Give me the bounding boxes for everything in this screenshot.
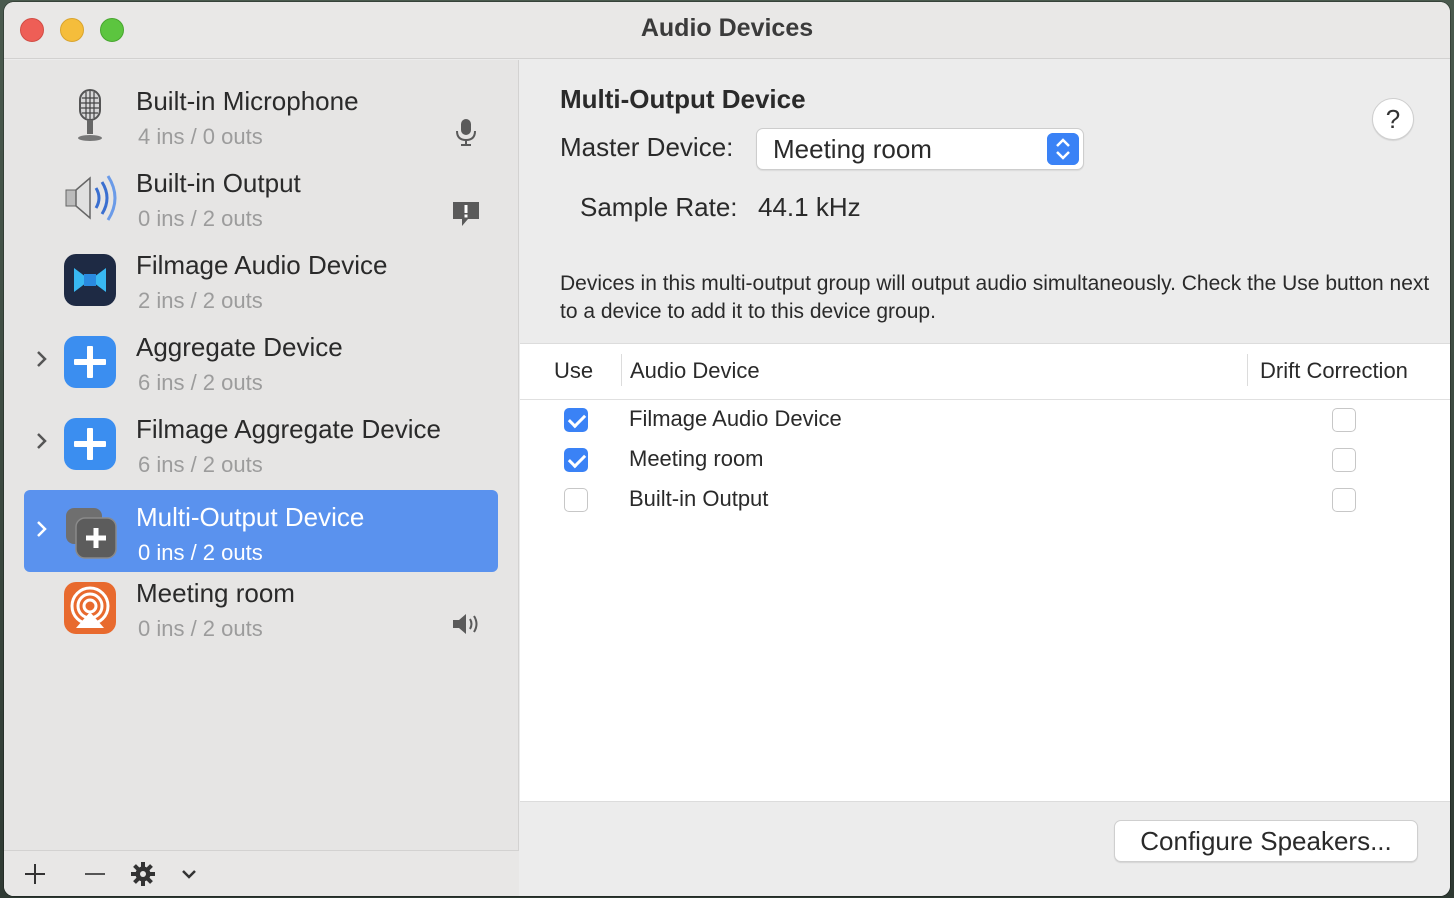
column-header-audio-device[interactable]: Audio Device (630, 358, 760, 384)
add-device-button[interactable] (20, 859, 50, 889)
device-io: 0 ins / 2 outs (138, 206, 263, 231)
use-checkbox[interactable] (564, 488, 588, 512)
device-group-table: Use Audio Device Drift Correction Filmag… (520, 343, 1450, 802)
drift-correction-checkbox[interactable] (1332, 408, 1356, 432)
disclosure-chevron-icon[interactable] (32, 428, 52, 454)
device-row-built-in-microphone[interactable]: Built-in Microphone 4 ins / 0 outs (24, 74, 498, 156)
disclosure-chevron-icon[interactable] (32, 516, 52, 542)
table-row: Filmage Audio Device (520, 400, 1450, 440)
airplay-icon (64, 582, 116, 634)
column-header-use[interactable]: Use (554, 358, 593, 384)
chevron-down-icon[interactable] (174, 859, 204, 889)
drift-correction-checkbox[interactable] (1332, 488, 1356, 512)
window-title: Audio Devices (640, 14, 814, 42)
disclosure-chevron-icon[interactable] (32, 346, 52, 372)
aggregate-icon (64, 418, 116, 470)
column-separator (621, 354, 622, 386)
device-name: Filmage Audio Device (136, 250, 388, 280)
device-io: 0 ins / 2 outs (138, 616, 263, 641)
speaker-icon (65, 175, 117, 221)
device-row-meeting-room[interactable]: Meeting room 0 ins / 2 outs (24, 566, 498, 648)
configure-speakers-button[interactable]: Configure Speakers... (1114, 820, 1418, 862)
device-io: 6 ins / 2 outs (138, 452, 263, 477)
device-name: Meeting room (136, 578, 295, 608)
help-button[interactable]: ? (1372, 98, 1414, 140)
mic-input-icon (456, 119, 476, 146)
volume-icon (453, 614, 478, 634)
device-io: 4 ins / 0 outs (138, 124, 263, 149)
alert-bubble-icon (453, 202, 479, 226)
device-name: Built-in Microphone (136, 86, 359, 116)
description-text: Devices in this multi-output group will … (560, 272, 1430, 323)
column-header-drift-correction[interactable]: Drift Correction (1260, 358, 1408, 384)
device-row-aggregate-device[interactable]: Aggregate Device 6 ins / 2 outs (24, 320, 498, 402)
title-bar: Audio Devices (4, 2, 1450, 59)
microphone-icon (78, 89, 102, 141)
device-name: Filmage Aggregate Device (136, 414, 441, 444)
device-io: 2 ins / 2 outs (138, 288, 263, 313)
audio-device-cell: Built-in Output (629, 486, 769, 511)
device-row-filmage-aggregate-device[interactable]: Filmage Aggregate Device 6 ins / 2 outs (24, 402, 498, 484)
device-row-filmage-audio-device[interactable]: Filmage Audio Device 2 ins / 2 outs (24, 238, 498, 320)
device-io: 0 ins / 2 outs (138, 540, 263, 565)
sidebar-toolbar (4, 850, 519, 896)
device-detail-panel: Multi-Output Device ? Master Device: Mee… (520, 60, 1450, 896)
column-separator (1247, 354, 1248, 386)
master-device-label: Master Device: (560, 132, 734, 162)
aggregate-icon (64, 336, 116, 388)
device-io: 6 ins / 2 outs (138, 370, 263, 395)
device-name: Aggregate Device (136, 332, 343, 362)
multi-output-icon (66, 508, 117, 559)
device-list-sidebar: Built-in Microphone 4 ins / 0 outs Built… (4, 60, 519, 896)
device-name: Built-in Output (136, 168, 301, 198)
use-checkbox[interactable] (564, 448, 588, 472)
device-row-multi-output-device[interactable]: Multi-Output Device 0 ins / 2 outs (24, 490, 498, 572)
device-name: Multi-Output Device (136, 502, 365, 532)
audio-device-cell: Meeting room (629, 446, 764, 471)
remove-device-button[interactable] (80, 859, 110, 889)
sample-rate-label: Sample Rate: (580, 192, 738, 222)
device-title: Multi-Output Device (560, 84, 806, 114)
audio-device-cell: Filmage Audio Device (629, 406, 842, 431)
device-row-built-in-output[interactable]: Built-in Output 0 ins / 2 outs (24, 156, 498, 238)
use-checkbox[interactable] (564, 408, 588, 432)
audio-devices-window: Audio Devices Built-in Microphone 4 ins … (4, 2, 1450, 896)
gear-icon[interactable] (128, 859, 158, 889)
master-device-value: Meeting room (773, 134, 932, 164)
sample-rate-value: 44.1 kHz (758, 192, 861, 222)
select-stepper-icon (1047, 133, 1079, 165)
table-row: Meeting room (520, 440, 1450, 480)
master-device-select[interactable]: Meeting room (756, 128, 1084, 170)
table-row: Built-in Output (520, 480, 1450, 520)
drift-correction-checkbox[interactable] (1332, 448, 1356, 472)
filmage-icon (64, 254, 116, 306)
